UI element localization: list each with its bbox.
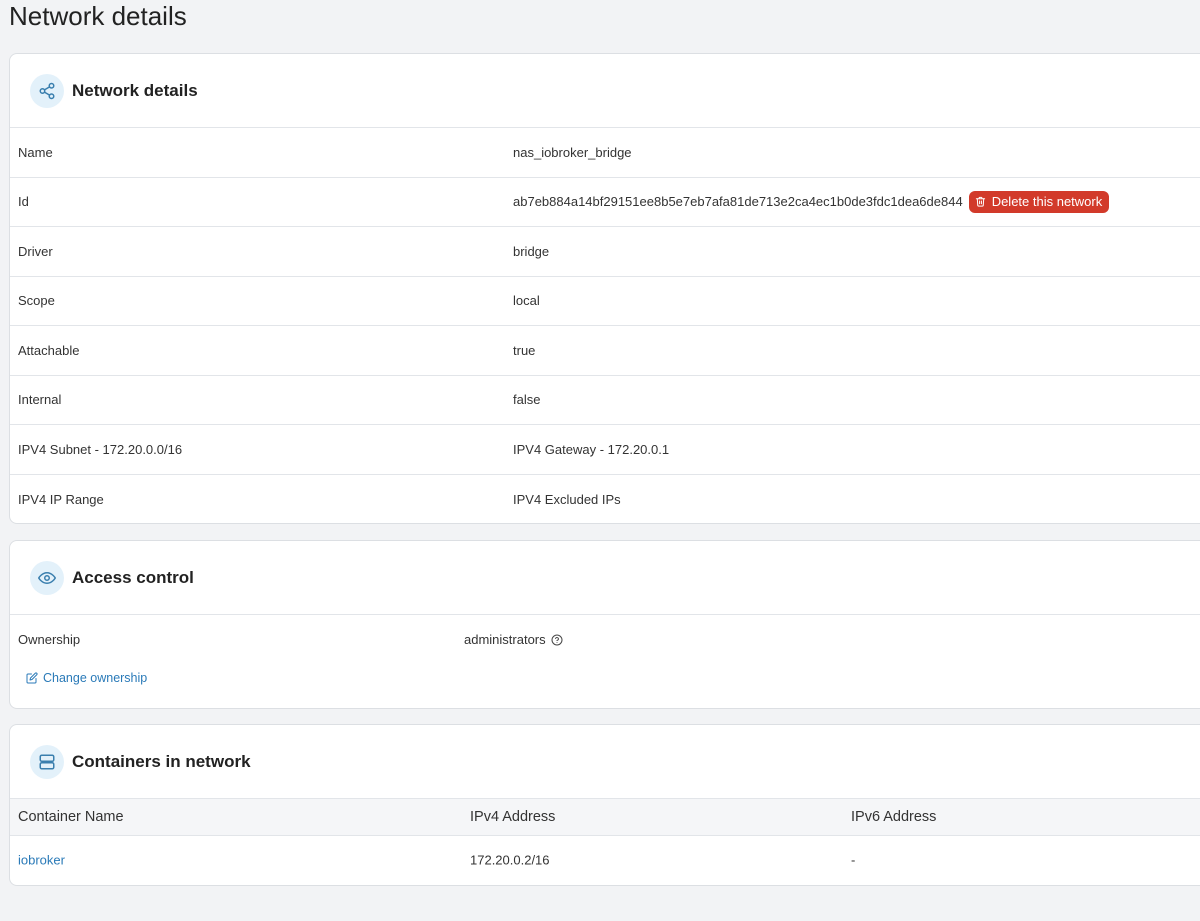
detail-value: IPV4 Gateway - 172.20.0.1	[513, 441, 670, 457]
share-nodes-icon	[30, 73, 64, 108]
detail-key: Scope	[18, 293, 55, 309]
detail-row-ipv4-subnet: IPV4 Subnet - 172.20.0.0/16 IPV4 Gateway…	[10, 425, 1200, 475]
column-header-ipv6[interactable]: IPv6 Address	[851, 809, 936, 825]
column-header-container-name[interactable]: Container Name	[18, 809, 124, 825]
ownership-label: Ownership	[18, 632, 81, 647]
change-ownership-link[interactable]: Change ownership	[26, 671, 147, 685]
containers-header: Containers in network	[10, 725, 1200, 799]
column-header-ipv4[interactable]: IPv4 Address	[470, 809, 555, 825]
ownership-row: Ownership administrators Change ownershi…	[10, 615, 1200, 685]
access-control-panel: Access control Ownership administrators …	[9, 540, 1200, 709]
container-name-link[interactable]: iobroker	[18, 853, 65, 868]
ownership-value: administrators	[464, 632, 546, 647]
detail-row-id: Id ab7eb884a14bf29151ee8b5e7eb7afa81de71…	[10, 178, 1200, 227]
detail-row-driver: Driver bridge	[10, 227, 1200, 277]
network-details-panel: Network details Name nas_iobroker_bridge…	[9, 53, 1200, 524]
detail-key: Id	[18, 194, 29, 210]
detail-value: false	[513, 392, 541, 408]
detail-value: ab7eb884a14bf29151ee8b5e7eb7afa81de713e2…	[513, 194, 963, 210]
detail-row-internal: Internal false	[10, 376, 1200, 425]
page-title: Network details	[9, 1, 187, 31]
access-control-title: Access control	[72, 567, 194, 587]
detail-value: nas_iobroker_bridge	[513, 144, 632, 160]
containers-table-header: Container Name IPv4 Address IPv6 Address	[10, 799, 1200, 836]
detail-key: IPV4 Subnet - 172.20.0.0/16	[18, 441, 183, 457]
detail-row-attachable: Attachable true	[10, 326, 1200, 376]
table-row: iobroker 172.20.0.2/16 -	[10, 836, 1200, 884]
detail-row-scope: Scope local	[10, 277, 1200, 326]
containers-panel: Containers in network Container Name IPv…	[9, 724, 1200, 886]
detail-value: local	[513, 293, 540, 309]
detail-key: Internal	[18, 392, 62, 408]
server-stack-icon	[30, 744, 64, 779]
container-ipv6: -	[851, 852, 856, 868]
containers-title: Containers in network	[72, 751, 251, 771]
delete-network-label: Delete this network	[991, 194, 1103, 210]
network-details-title: Network details	[72, 80, 198, 100]
detail-row-name: Name nas_iobroker_bridge	[10, 128, 1200, 178]
detail-key: Name	[18, 144, 53, 160]
network-details-header: Network details	[10, 54, 1200, 128]
detail-key: IPV4 IP Range	[18, 491, 104, 507]
detail-value: bridge	[513, 243, 550, 259]
trash-icon	[975, 197, 985, 207]
access-control-header: Access control	[10, 541, 1200, 615]
detail-row-ipv4-range: IPV4 IP Range IPV4 Excluded IPs	[10, 475, 1200, 524]
detail-value: IPV4 Excluded IPs	[513, 491, 621, 507]
detail-key: Attachable	[18, 342, 80, 358]
change-ownership-label: Change ownership	[43, 671, 148, 685]
detail-value: true	[513, 342, 536, 358]
eye-icon	[30, 560, 64, 595]
delete-network-button[interactable]: Delete this network	[968, 190, 1110, 213]
help-circle-icon[interactable]	[551, 634, 563, 646]
container-ipv4: 172.20.0.2/16	[470, 852, 550, 868]
edit-icon	[26, 672, 38, 684]
detail-key: Driver	[18, 243, 53, 259]
